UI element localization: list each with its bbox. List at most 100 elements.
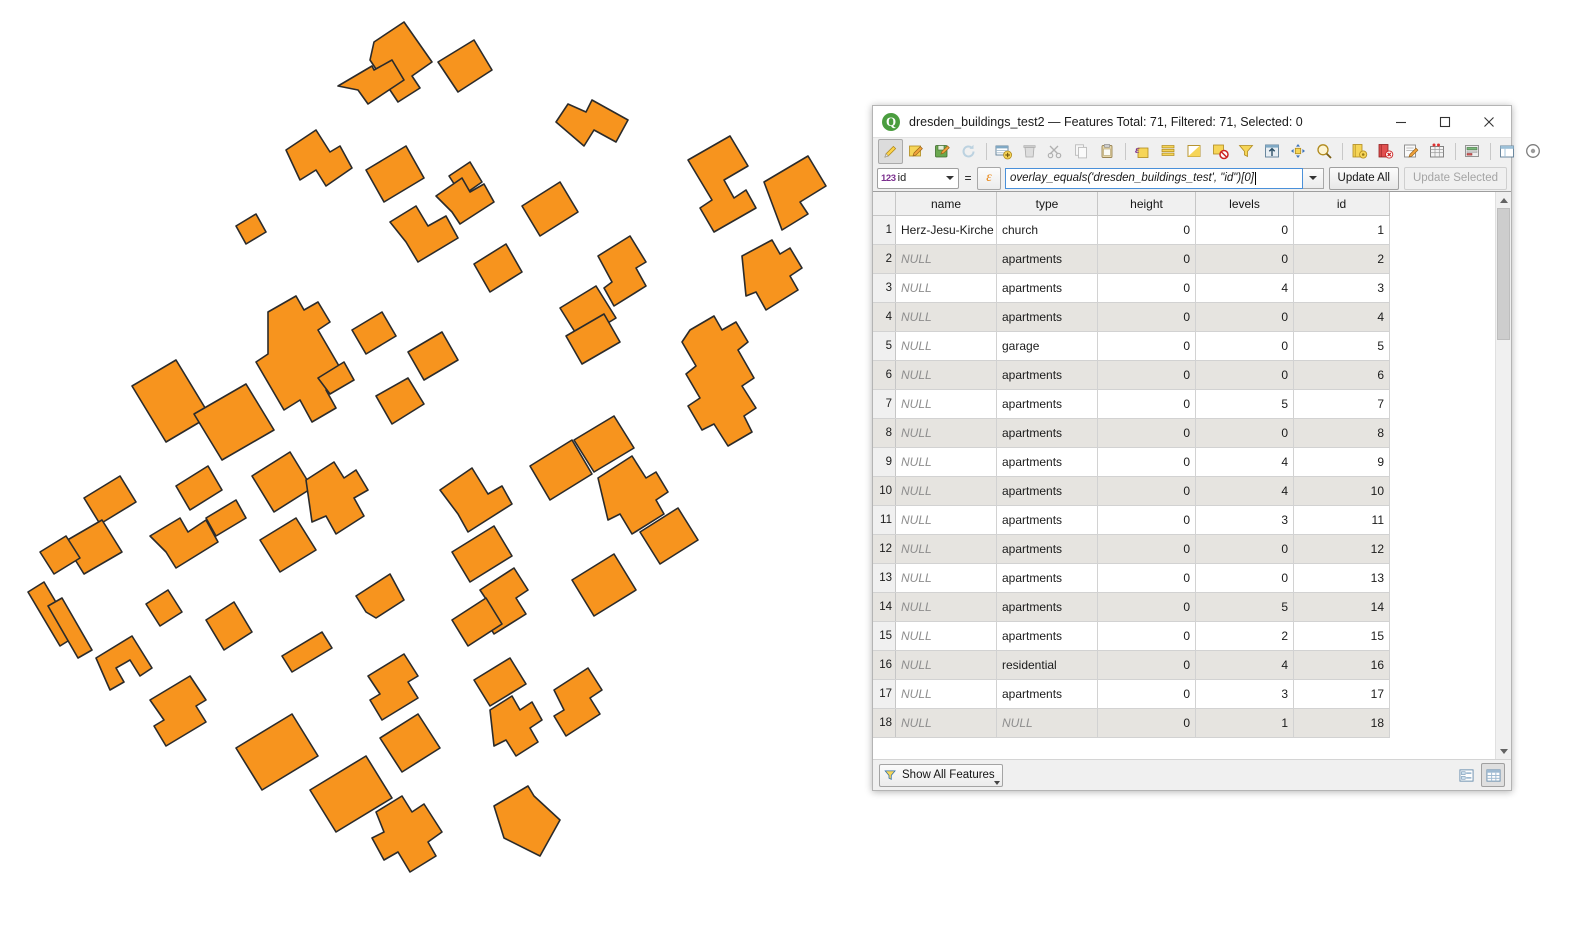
cell-height[interactable]: 0 xyxy=(1097,563,1196,593)
table-row[interactable]: 17 NULL apartments 0 3 17 xyxy=(873,679,1390,709)
table-row[interactable]: 7 NULL apartments 0 5 7 xyxy=(873,389,1390,419)
vertical-scrollbar[interactable] xyxy=(1495,192,1511,759)
cell-type[interactable]: garage xyxy=(996,331,1098,361)
cell-height[interactable]: 0 xyxy=(1097,505,1196,535)
cell-height[interactable]: 0 xyxy=(1097,389,1196,419)
cell-id[interactable]: 16 xyxy=(1293,650,1390,680)
table-row[interactable]: 6 NULL apartments 0 0 6 xyxy=(873,360,1390,390)
reload-table-icon[interactable] xyxy=(956,139,981,164)
table-row[interactable]: 9 NULL apartments 0 4 9 xyxy=(873,447,1390,477)
cell-name[interactable]: NULL xyxy=(895,331,997,361)
cell-height[interactable]: 0 xyxy=(1097,708,1196,738)
table-row[interactable]: 10 NULL apartments 0 4 10 xyxy=(873,476,1390,506)
row-number[interactable]: 4 xyxy=(873,302,896,332)
cell-height[interactable]: 0 xyxy=(1097,534,1196,564)
cell-id[interactable]: 18 xyxy=(1293,708,1390,738)
cell-name[interactable]: NULL xyxy=(895,302,997,332)
table-row[interactable]: 13 NULL apartments 0 0 13 xyxy=(873,563,1390,593)
scrollbar-track[interactable] xyxy=(1496,208,1511,743)
cell-id[interactable]: 1 xyxy=(1293,215,1390,245)
cell-name[interactable]: Herz-Jesu-Kirche xyxy=(895,215,997,245)
cell-levels[interactable]: 1 xyxy=(1195,708,1294,738)
row-number[interactable]: 11 xyxy=(873,505,896,535)
table-row[interactable]: 1 Herz-Jesu-Kirche church 0 0 1 xyxy=(873,215,1390,245)
pan-map-to-selection-icon[interactable] xyxy=(1286,139,1311,164)
cell-name[interactable]: NULL xyxy=(895,273,997,303)
cell-id[interactable]: 3 xyxy=(1293,273,1390,303)
row-number[interactable]: 18 xyxy=(873,708,896,738)
cell-type[interactable]: apartments xyxy=(996,476,1098,506)
open-field-calculator-icon[interactable] xyxy=(1399,139,1424,164)
row-number[interactable]: 8 xyxy=(873,418,896,448)
cell-height[interactable]: 0 xyxy=(1097,650,1196,680)
row-number[interactable]: 7 xyxy=(873,389,896,419)
table-row[interactable]: 8 NULL apartments 0 0 8 xyxy=(873,418,1390,448)
cell-height[interactable]: 0 xyxy=(1097,418,1196,448)
table-row[interactable]: 18 NULL NULL 0 1 18 xyxy=(873,708,1390,738)
cell-name[interactable]: NULL xyxy=(895,476,997,506)
cell-type[interactable]: NULL xyxy=(996,708,1098,738)
column-header-id[interactable]: id xyxy=(1293,192,1390,216)
row-number[interactable]: 3 xyxy=(873,273,896,303)
cell-name[interactable]: NULL xyxy=(895,534,997,564)
cell-height[interactable]: 0 xyxy=(1097,244,1196,274)
cell-type[interactable]: apartments xyxy=(996,389,1098,419)
filter-selection-icon[interactable] xyxy=(1234,139,1259,164)
cell-type[interactable]: apartments xyxy=(996,621,1098,651)
cell-height[interactable]: 0 xyxy=(1097,679,1196,709)
row-number[interactable]: 9 xyxy=(873,447,896,477)
cell-levels[interactable]: 4 xyxy=(1195,650,1294,680)
cell-name[interactable]: NULL xyxy=(895,592,997,622)
cell-height[interactable]: 0 xyxy=(1097,476,1196,506)
cell-id[interactable]: 14 xyxy=(1293,592,1390,622)
row-number[interactable]: 15 xyxy=(873,621,896,651)
cell-levels[interactable]: 4 xyxy=(1195,476,1294,506)
dock-undock-icon[interactable] xyxy=(1495,139,1520,164)
save-layer-edits-icon[interactable] xyxy=(930,139,955,164)
expression-input[interactable]: overlay_equals('dresden_buildings_test',… xyxy=(1005,167,1303,189)
cell-name[interactable]: NULL xyxy=(895,650,997,680)
conditional-formatting-icon[interactable] xyxy=(1425,139,1450,164)
cell-name[interactable]: NULL xyxy=(895,418,997,448)
cell-id[interactable]: 5 xyxy=(1293,331,1390,361)
table-row[interactable]: 3 NULL apartments 0 4 3 xyxy=(873,273,1390,303)
row-number[interactable]: 16 xyxy=(873,650,896,680)
cell-levels[interactable]: 5 xyxy=(1195,592,1294,622)
column-header-height[interactable]: height xyxy=(1097,192,1196,216)
cell-id[interactable]: 7 xyxy=(1293,389,1390,419)
cell-levels[interactable]: 0 xyxy=(1195,302,1294,332)
cell-type[interactable]: apartments xyxy=(996,447,1098,477)
cell-name[interactable]: NULL xyxy=(895,708,997,738)
cell-id[interactable]: 11 xyxy=(1293,505,1390,535)
cell-id[interactable]: 17 xyxy=(1293,679,1390,709)
cell-levels[interactable]: 0 xyxy=(1195,534,1294,564)
window-titlebar[interactable]: dresden_buildings_test2 — Features Total… xyxy=(873,106,1511,138)
expression-history-dropdown[interactable] xyxy=(1302,167,1324,189)
cell-levels[interactable]: 3 xyxy=(1195,679,1294,709)
select-all-icon[interactable] xyxy=(1156,139,1181,164)
cell-height[interactable]: 0 xyxy=(1097,302,1196,332)
cell-type[interactable]: apartments xyxy=(996,563,1098,593)
zoom-map-to-selection-icon[interactable] xyxy=(1312,139,1337,164)
table-row[interactable]: 16 NULL residential 0 4 16 xyxy=(873,650,1390,680)
cell-type[interactable]: apartments xyxy=(996,273,1098,303)
row-number[interactable]: 17 xyxy=(873,679,896,709)
table-row[interactable]: 11 NULL apartments 0 3 11 xyxy=(873,505,1390,535)
cell-height[interactable]: 0 xyxy=(1097,331,1196,361)
cell-id[interactable]: 8 xyxy=(1293,418,1390,448)
invert-selection-icon[interactable] xyxy=(1182,139,1207,164)
row-number[interactable]: 2 xyxy=(873,244,896,274)
table-row[interactable]: 4 NULL apartments 0 0 4 xyxy=(873,302,1390,332)
column-header-name[interactable]: name xyxy=(895,192,997,216)
cell-type[interactable]: apartments xyxy=(996,418,1098,448)
cell-levels[interactable]: 0 xyxy=(1195,563,1294,593)
cell-height[interactable]: 0 xyxy=(1097,360,1196,390)
cell-levels[interactable]: 4 xyxy=(1195,273,1294,303)
expression-builder-button[interactable]: ε xyxy=(977,166,1001,190)
cell-id[interactable]: 12 xyxy=(1293,534,1390,564)
row-number[interactable]: 14 xyxy=(873,592,896,622)
cell-type[interactable]: apartments xyxy=(996,360,1098,390)
cell-id[interactable]: 2 xyxy=(1293,244,1390,274)
cell-name[interactable]: NULL xyxy=(895,563,997,593)
select-by-expression-icon[interactable]: ε xyxy=(1130,139,1155,164)
